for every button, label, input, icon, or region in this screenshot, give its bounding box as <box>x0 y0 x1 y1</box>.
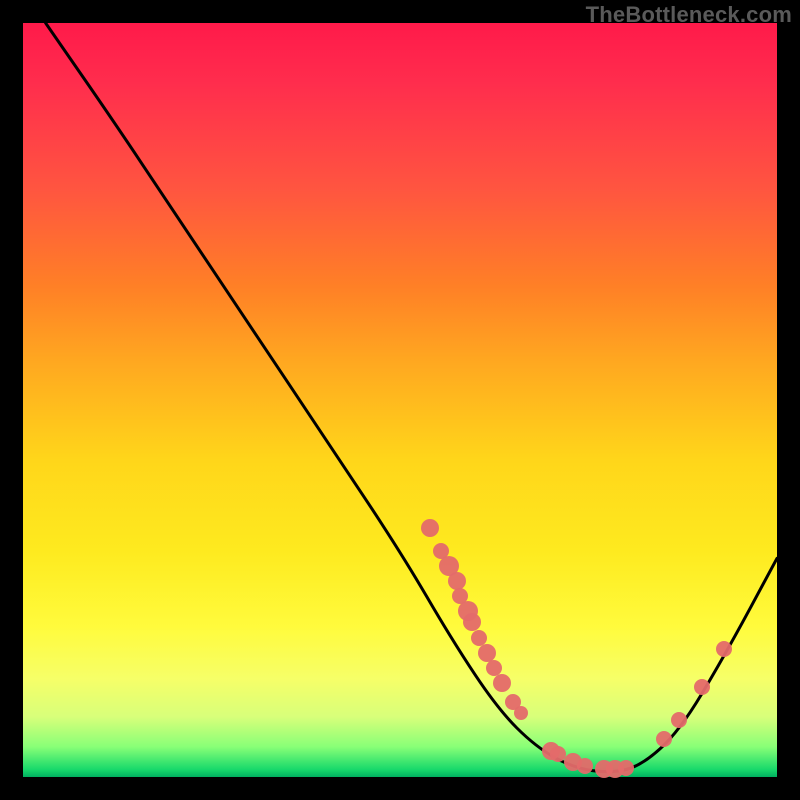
bottleneck-curve <box>23 23 777 777</box>
data-marker <box>514 706 528 720</box>
data-marker <box>694 679 710 695</box>
data-marker <box>448 572 466 590</box>
watermark-text: TheBottleneck.com <box>586 2 792 28</box>
data-marker <box>463 613 481 631</box>
chart-canvas: TheBottleneck.com <box>0 0 800 800</box>
data-marker <box>577 758 593 774</box>
data-marker <box>716 641 732 657</box>
plot-area <box>23 23 777 777</box>
data-marker <box>493 674 511 692</box>
data-marker <box>478 644 496 662</box>
